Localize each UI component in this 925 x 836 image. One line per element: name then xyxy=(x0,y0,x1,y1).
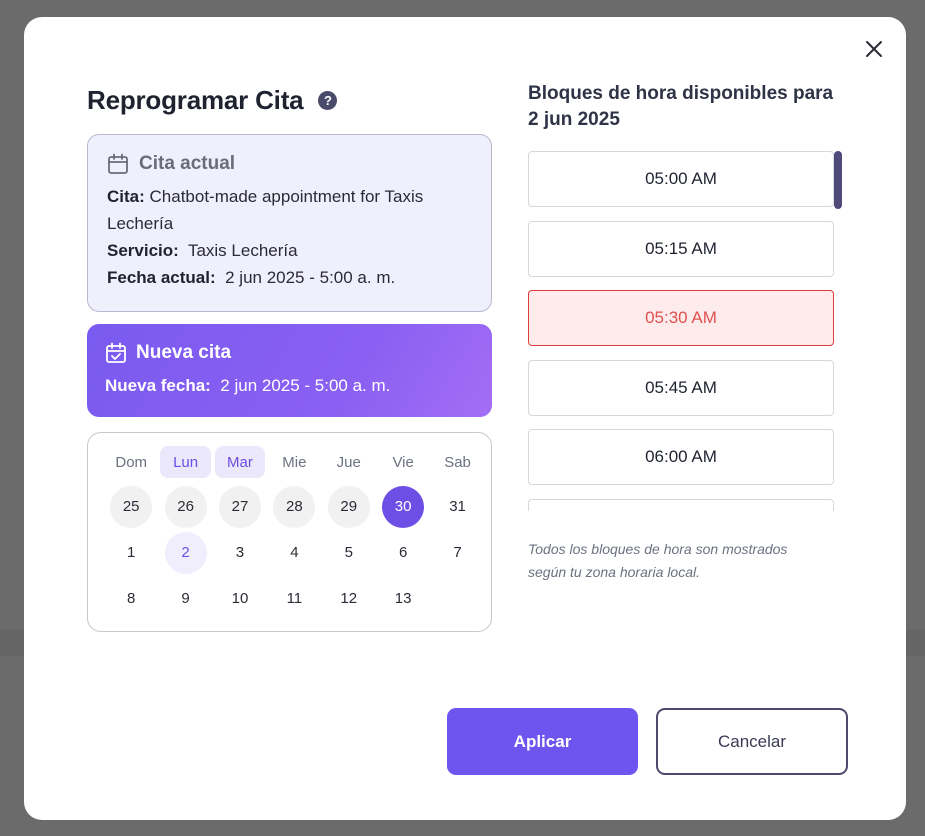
weekday-sab: Sab xyxy=(444,453,471,471)
calendar-icon xyxy=(108,153,128,174)
close-button[interactable] xyxy=(860,35,888,63)
calendar-day[interactable]: 4 xyxy=(267,531,321,574)
reschedule-modal: Reprogramar Cita ? Cita actual Cita: Cha… xyxy=(24,17,906,820)
calendar-grid: Dom Lun Mar Mie Jue Vie Sab 25 26 27 28 … xyxy=(104,446,485,620)
apply-button[interactable]: Aplicar xyxy=(447,708,638,775)
calendar-day[interactable]: 31 xyxy=(430,485,484,528)
calendar-check-icon xyxy=(106,342,126,363)
calendar-day[interactable]: 6 xyxy=(376,531,430,574)
calendar-day[interactable]: 3 xyxy=(213,531,267,574)
help-icon[interactable]: ? xyxy=(318,91,338,110)
slots-scrollbar[interactable] xyxy=(834,151,842,209)
cita-line: Cita: Chatbot-made appointment for Taxis… xyxy=(107,183,473,237)
weekday-mar: Mar xyxy=(214,446,266,478)
servicio-label: Servicio: xyxy=(107,241,179,260)
calendar: Dom Lun Mar Mie Jue Vie Sab 25 26 27 28 … xyxy=(87,432,492,632)
fecha-actual-label: Fecha actual: xyxy=(107,268,216,287)
calendar-day[interactable]: 9 xyxy=(158,577,212,620)
time-slot[interactable] xyxy=(528,498,834,511)
new-appointment-header: Nueva cita xyxy=(105,342,474,364)
page-title: Reprogramar Cita xyxy=(87,85,304,115)
cita-value: Chatbot-made appointment for Taxis Leche… xyxy=(107,187,424,233)
fecha-actual-line: Fecha actual: 2 jun 2025 - 5:00 a. m. xyxy=(107,264,473,291)
time-slot[interactable]: 06:00 AM xyxy=(528,429,834,485)
timezone-note: Todos los bloques de hora son mostrados … xyxy=(528,541,788,580)
time-slot-unavailable[interactable]: 05:30 AM xyxy=(528,290,834,346)
slots-title: Bloques de hora disponibles para 2 jun 2… xyxy=(528,83,834,130)
new-appointment-heading: Nueva cita xyxy=(136,342,232,363)
calendar-day: 26 xyxy=(158,485,212,528)
calendar-day[interactable]: 1 xyxy=(104,531,158,574)
title-row: Reprogramar Cita ? xyxy=(87,85,338,116)
calendar-day[interactable]: 11 xyxy=(267,577,321,620)
current-appointment-heading: Cita actual xyxy=(139,153,236,174)
calendar-day[interactable]: 10 xyxy=(213,577,267,620)
cancel-button[interactable]: Cancelar xyxy=(656,708,848,775)
weekday-lun: Lun xyxy=(160,446,211,478)
calendar-day: 29 xyxy=(322,485,376,528)
cita-label: Cita: xyxy=(107,187,145,206)
calendar-day[interactable]: 7 xyxy=(430,531,484,574)
calendar-day: 25 xyxy=(104,485,158,528)
nueva-fecha-label: Nueva fecha: xyxy=(105,376,211,395)
calendar-day[interactable]: 13 xyxy=(376,577,430,620)
weekday-jue: Jue xyxy=(336,453,361,471)
nueva-fecha-line: Nueva fecha: 2 jun 2025 - 5:00 a. m. xyxy=(105,372,474,399)
servicio-value: Taxis Lechería xyxy=(187,241,298,260)
calendar-day-empty xyxy=(430,577,484,620)
calendar-day-current[interactable]: 2 xyxy=(158,531,212,574)
calendar-day: 27 xyxy=(213,485,267,528)
weekday-vie: Vie xyxy=(392,453,414,471)
current-appointment-card: Cita actual Cita: Chatbot-made appointme… xyxy=(87,134,492,312)
time-slot[interactable]: 05:45 AM xyxy=(528,359,834,416)
calendar-day[interactable]: 8 xyxy=(104,577,158,620)
close-icon xyxy=(866,41,882,57)
fecha-actual-value: 2 jun 2025 - 5:00 a. m. xyxy=(225,268,396,287)
calendar-day[interactable]: 12 xyxy=(322,577,376,620)
calendar-day: 28 xyxy=(267,485,321,528)
new-appointment-card: Nueva cita Nueva fecha: 2 jun 2025 - 5:0… xyxy=(87,324,492,417)
weekday-dom: Dom xyxy=(115,453,148,471)
time-slot-list[interactable]: 05:00 AM 05:15 AM 05:30 AM 05:45 AM 06:0… xyxy=(528,151,834,511)
time-slot[interactable]: 05:00 AM xyxy=(528,151,834,207)
calendar-day[interactable]: 5 xyxy=(322,531,376,574)
time-slot[interactable]: 05:15 AM xyxy=(528,220,834,277)
servicio-line: Servicio: Taxis Lechería xyxy=(107,237,473,264)
calendar-day-selected[interactable]: 30 xyxy=(376,485,430,528)
nueva-fecha-value: 2 jun 2025 - 5:00 a. m. xyxy=(220,376,391,395)
current-appointment-header: Cita actual xyxy=(107,153,473,175)
weekday-mie: Mie xyxy=(282,453,307,471)
